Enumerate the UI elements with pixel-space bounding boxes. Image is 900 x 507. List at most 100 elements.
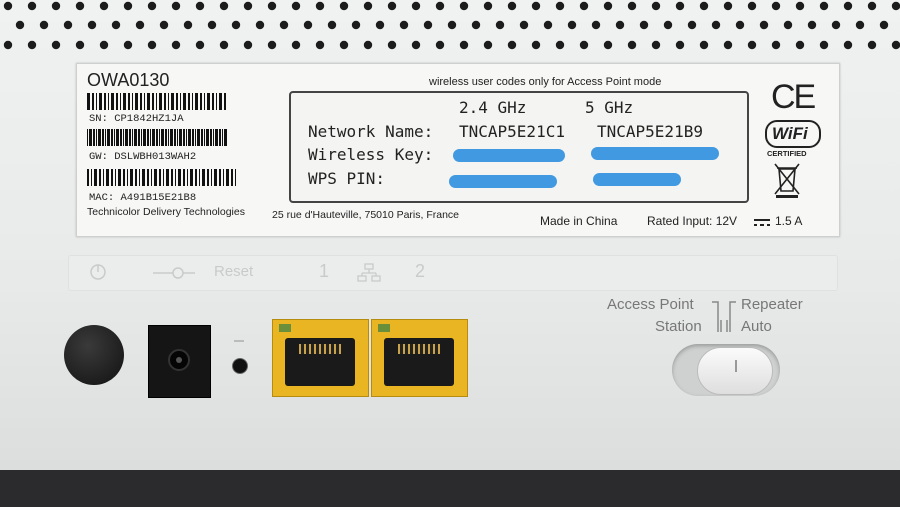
weee-bin-icon xyxy=(774,163,800,198)
barcode-gw xyxy=(87,129,227,146)
vent-hole xyxy=(423,20,433,30)
wifi-certified: CERTIFIED xyxy=(767,149,807,158)
vent-hole xyxy=(243,1,253,11)
dc-power-jack[interactable] xyxy=(148,325,211,398)
vent-hole xyxy=(339,1,349,11)
vent-hole xyxy=(771,1,781,11)
vent-hole xyxy=(39,20,49,30)
vent-hole xyxy=(363,1,373,11)
vent-hole xyxy=(699,40,709,50)
vent-hole xyxy=(531,40,541,50)
vent-hole xyxy=(675,40,685,50)
ssid-5: TNCAP5E21B9 xyxy=(597,122,703,141)
vent-hole xyxy=(303,20,313,30)
vent-hole xyxy=(255,20,265,30)
vent-hole xyxy=(843,40,853,50)
vent-hole xyxy=(231,20,241,30)
vent-hole xyxy=(819,40,829,50)
vent-hole xyxy=(315,40,325,50)
wifi-logo: WiFi xyxy=(765,120,821,148)
reset-label: Reset xyxy=(214,263,254,280)
lan-port-2[interactable] xyxy=(371,319,468,397)
network-icon xyxy=(357,263,381,282)
reset-arrow xyxy=(234,340,244,342)
vent-hole xyxy=(687,20,697,30)
vent-hole xyxy=(183,20,193,30)
wps-pin-label: WPS PIN: xyxy=(308,169,386,188)
vent-hole xyxy=(507,40,517,50)
vent-hole xyxy=(891,40,900,50)
switch-label-access-point: Access Point xyxy=(607,296,694,313)
power-button[interactable] xyxy=(64,325,124,385)
vent-hole xyxy=(291,40,301,50)
vent-hole xyxy=(843,1,853,11)
vent-hole xyxy=(627,40,637,50)
vent-hole xyxy=(699,1,709,11)
vent-hole xyxy=(447,20,457,30)
vent-hole xyxy=(435,40,445,50)
vent-hole xyxy=(543,20,553,30)
vent-hole xyxy=(435,1,445,11)
vent-hole xyxy=(99,1,109,11)
vent-hole xyxy=(495,20,505,30)
vent-hole xyxy=(327,20,337,30)
vent-hole xyxy=(147,1,157,11)
lan-port-1-socket xyxy=(285,338,355,386)
knob-grip-line xyxy=(735,360,737,372)
company-address: 25 rue d'Hauteville, 75010 Paris, France xyxy=(272,209,460,221)
band-24-heading: 2.4 GHz xyxy=(459,98,527,117)
vent-hole xyxy=(351,20,361,30)
vent-hole xyxy=(27,1,37,11)
vent-hole xyxy=(75,40,85,50)
vent-hole xyxy=(27,40,37,50)
vent-hole xyxy=(459,40,469,50)
vent-hole xyxy=(387,40,397,50)
lan-port-2-led xyxy=(378,324,390,332)
wifi-logo-text: WiFi xyxy=(772,124,808,143)
redacted-pin-24 xyxy=(449,175,557,188)
vent-hole xyxy=(63,20,73,30)
vent-hole xyxy=(411,1,421,11)
vent-hole xyxy=(3,40,13,50)
vent-hole xyxy=(855,20,865,30)
model-number: OWA0130 xyxy=(87,70,170,90)
vent-hole xyxy=(891,1,900,11)
vent-hole xyxy=(111,20,121,30)
ap-mode-note: wireless user codes only for Access Poin… xyxy=(429,76,662,88)
vent-hole xyxy=(75,1,85,11)
vent-hole xyxy=(819,1,829,11)
dc-jack-hole xyxy=(168,349,190,371)
vent-hole xyxy=(783,20,793,30)
router-rear-panel: OWA0130 SN: CP1842HZ1JA GW: DSLWBH013WAH… xyxy=(0,0,900,470)
vent-hole xyxy=(711,20,721,30)
vent-hole xyxy=(555,40,565,50)
vent-hole xyxy=(315,1,325,11)
vent-hole xyxy=(375,20,385,30)
vent-hole xyxy=(867,1,877,11)
vent-hole xyxy=(567,20,577,30)
vent-hole xyxy=(171,1,181,11)
barcode-sn xyxy=(87,93,226,110)
vent-hole xyxy=(735,20,745,30)
reset-pinhole[interactable] xyxy=(232,358,248,374)
switch-label-repeater: Repeater xyxy=(741,296,803,313)
vent-hole xyxy=(3,1,13,11)
ce-mark: CE xyxy=(771,78,816,116)
redacted-pin-5 xyxy=(593,173,681,186)
lan-port-1[interactable] xyxy=(272,319,369,397)
mode-switch-knob[interactable] xyxy=(697,347,773,395)
product-label: OWA0130 SN: CP1842HZ1JA GW: DSLWBH013WAH… xyxy=(76,63,840,237)
vent-hole xyxy=(207,20,217,30)
made-in: Made in China xyxy=(540,214,618,228)
vent-hole xyxy=(579,1,589,11)
wireless-info-box: 2.4 GHz 5 GHz Network Name: TNCAP5E21C1 … xyxy=(289,91,749,203)
lan-port-2-contacts xyxy=(398,344,440,354)
vent-hole xyxy=(555,1,565,11)
vent-hole xyxy=(339,40,349,50)
vent-hole xyxy=(483,1,493,11)
vent-hole xyxy=(723,40,733,50)
vent-hole xyxy=(87,20,97,30)
vent-hole xyxy=(675,1,685,11)
vent-hole xyxy=(519,20,529,30)
dc-symbol-icon xyxy=(754,219,770,226)
